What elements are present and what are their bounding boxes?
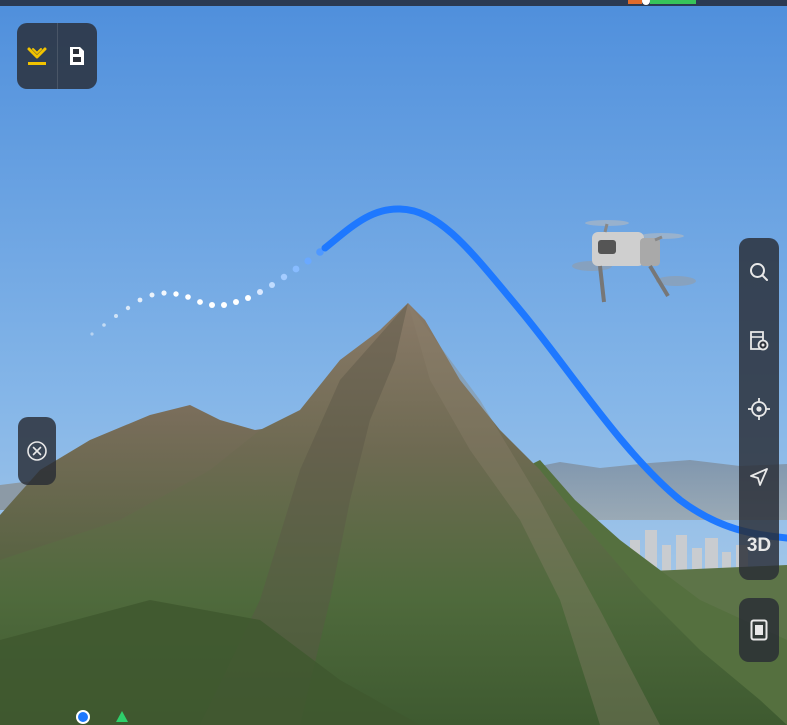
navigation-arrow-icon bbox=[750, 468, 768, 487]
3d-view-button[interactable]: 3D bbox=[739, 512, 779, 580]
status-warning-segment bbox=[628, 0, 642, 4]
landing-icon bbox=[27, 47, 47, 65]
save-icon bbox=[70, 47, 85, 65]
home-point-marker[interactable] bbox=[76, 710, 90, 724]
navigation-button[interactable] bbox=[739, 443, 779, 511]
save-button[interactable] bbox=[57, 23, 97, 89]
right-toolbar: 3D bbox=[739, 238, 779, 580]
top-left-toolbar bbox=[17, 23, 97, 89]
map-view-icon bbox=[750, 619, 768, 641]
status-marker bbox=[642, 0, 650, 5]
3d-view-label: 3D bbox=[746, 534, 772, 556]
map-view-button[interactable] bbox=[739, 598, 779, 662]
landing-button[interactable] bbox=[17, 23, 57, 89]
map-layers-icon bbox=[750, 330, 769, 350]
close-panel-button[interactable] bbox=[18, 417, 56, 485]
map-layers-button[interactable] bbox=[739, 306, 779, 374]
search-icon bbox=[750, 263, 768, 282]
locate-button[interactable] bbox=[739, 375, 779, 443]
locate-target-icon bbox=[748, 397, 770, 420]
search-button[interactable] bbox=[739, 238, 779, 306]
top-status-strip bbox=[0, 0, 787, 6]
aircraft-position-marker[interactable] bbox=[116, 711, 128, 722]
map-3d-scene[interactable] bbox=[0, 0, 787, 725]
status-ok-segment bbox=[650, 0, 696, 4]
close-circle-icon bbox=[27, 441, 47, 461]
